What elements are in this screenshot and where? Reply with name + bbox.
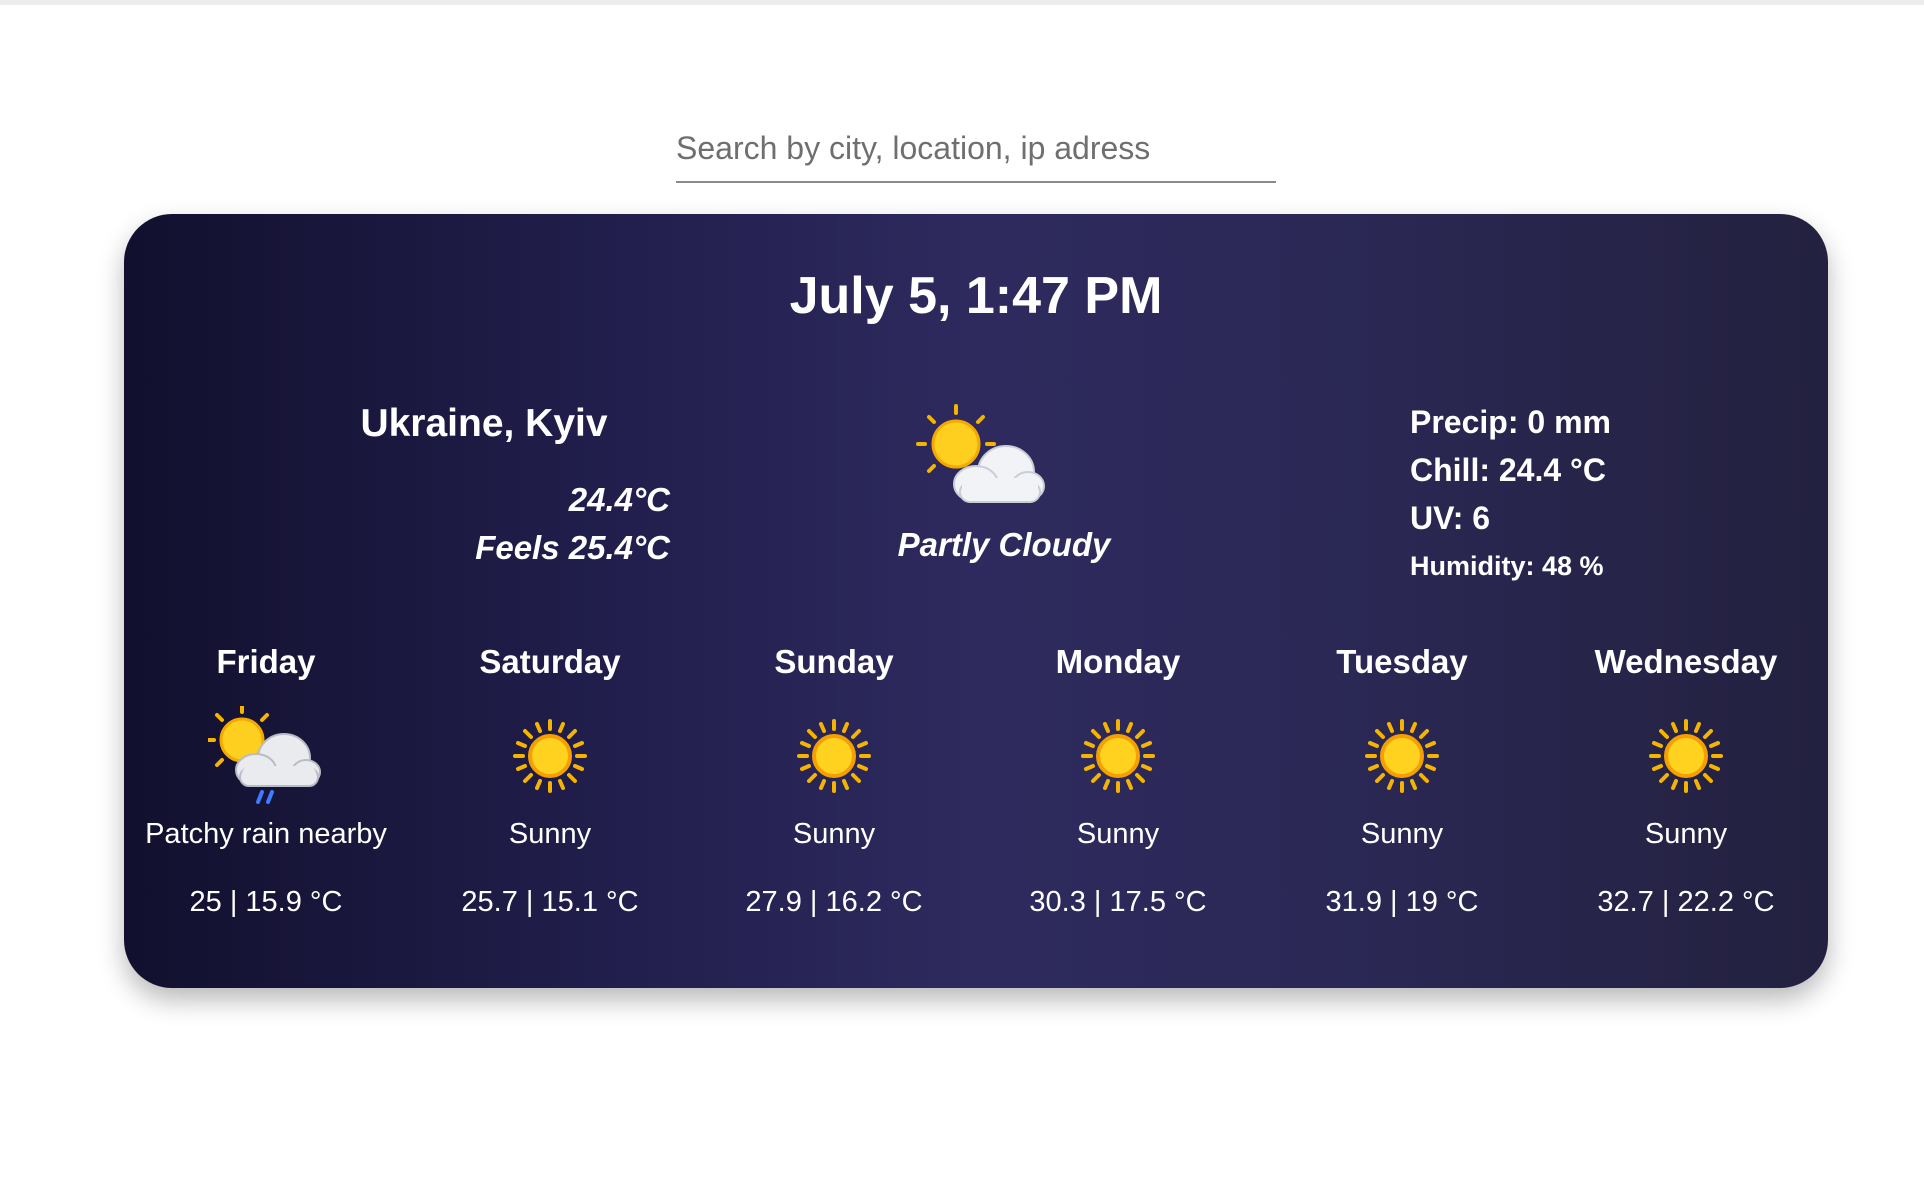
current-condition: Partly Cloudy xyxy=(897,526,1111,563)
location-name: Ukraine, Kyiv xyxy=(360,402,608,445)
partly-cloudy-icon xyxy=(916,404,1045,503)
current-temperature: 24.4°C xyxy=(568,481,670,518)
weather-card: July 5, 1:47 PM Ukraine, Kyiv 24.4°C Fee… xyxy=(124,214,1828,988)
sun-icon xyxy=(797,719,871,793)
forecast-day-name: Friday xyxy=(216,643,316,680)
forecast-day-name: Tuesday xyxy=(1336,643,1468,680)
current-datetime: July 5, 1:47 PM xyxy=(789,267,1163,325)
forecast-temps: 25.7 | 15.1 °C xyxy=(461,886,639,918)
forecast-row: Friday Patchy rain nearby 25 | 15.9 °C S… xyxy=(124,640,1828,960)
forecast-condition: Sunny xyxy=(792,818,876,850)
forecast-day: Tuesday Sunny 31.9 | 19 °C xyxy=(1260,640,1544,919)
precip-stat: Precip: 0 mm xyxy=(1410,404,1611,440)
forecast-day: Monday Sunny 30.3 | 17.5 °C xyxy=(976,640,1260,919)
forecast-day-name: Monday xyxy=(1055,643,1181,680)
uv-stat: UV: 6 xyxy=(1410,500,1491,536)
forecast-temps: 30.3 | 17.5 °C xyxy=(1029,886,1207,918)
forecast-day-name: Wednesday xyxy=(1594,643,1778,680)
chill-stat: Chill: 24.4 °C xyxy=(1410,452,1606,488)
patchy-rain-icon xyxy=(208,706,321,804)
forecast-condition: Sunny xyxy=(508,818,592,850)
forecast-day: Sunday Sunny 27.9 | 16.2 °C xyxy=(692,640,976,919)
sun-icon xyxy=(513,719,587,793)
forecast-temps: 25 | 15.9 °C xyxy=(189,886,343,918)
top-border xyxy=(0,0,1924,5)
forecast-temps: 31.9 | 19 °C xyxy=(1325,886,1479,918)
sun-icon xyxy=(1081,719,1155,793)
forecast-condition: Patchy rain nearby xyxy=(145,818,387,850)
forecast-condition: Sunny xyxy=(1076,818,1160,850)
search-input[interactable] xyxy=(676,120,1276,183)
forecast-condition: Sunny xyxy=(1644,818,1728,850)
sun-icon xyxy=(1365,719,1439,793)
forecast-day-name: Saturday xyxy=(479,643,621,680)
forecast-day: Saturday Sunny 25.7 | 15.1 °C xyxy=(408,640,692,919)
forecast-condition: Sunny xyxy=(1360,818,1444,850)
forecast-day: Wednesday Sunny 32.7 | 22.2 °C xyxy=(1544,640,1828,919)
forecast-day-name: Sunday xyxy=(774,643,894,680)
search-bar xyxy=(676,120,1276,183)
weather-stats: Precip: 0 mm Chill: 24.4 °C UV: 6 Humidi… xyxy=(1410,398,1611,590)
forecast-day: Friday Patchy rain nearby 25 | 15.9 °C xyxy=(124,640,408,919)
temperature-block: 24.4°C Feels 25.4°C xyxy=(304,476,670,572)
forecast-temps: 27.9 | 16.2 °C xyxy=(745,886,923,918)
forecast-temps: 32.7 | 22.2 °C xyxy=(1597,886,1775,918)
sun-icon xyxy=(1649,719,1723,793)
humidity-stat: Humidity: 48 % xyxy=(1410,551,1604,581)
feels-like-temperature: Feels 25.4°C xyxy=(475,529,670,566)
